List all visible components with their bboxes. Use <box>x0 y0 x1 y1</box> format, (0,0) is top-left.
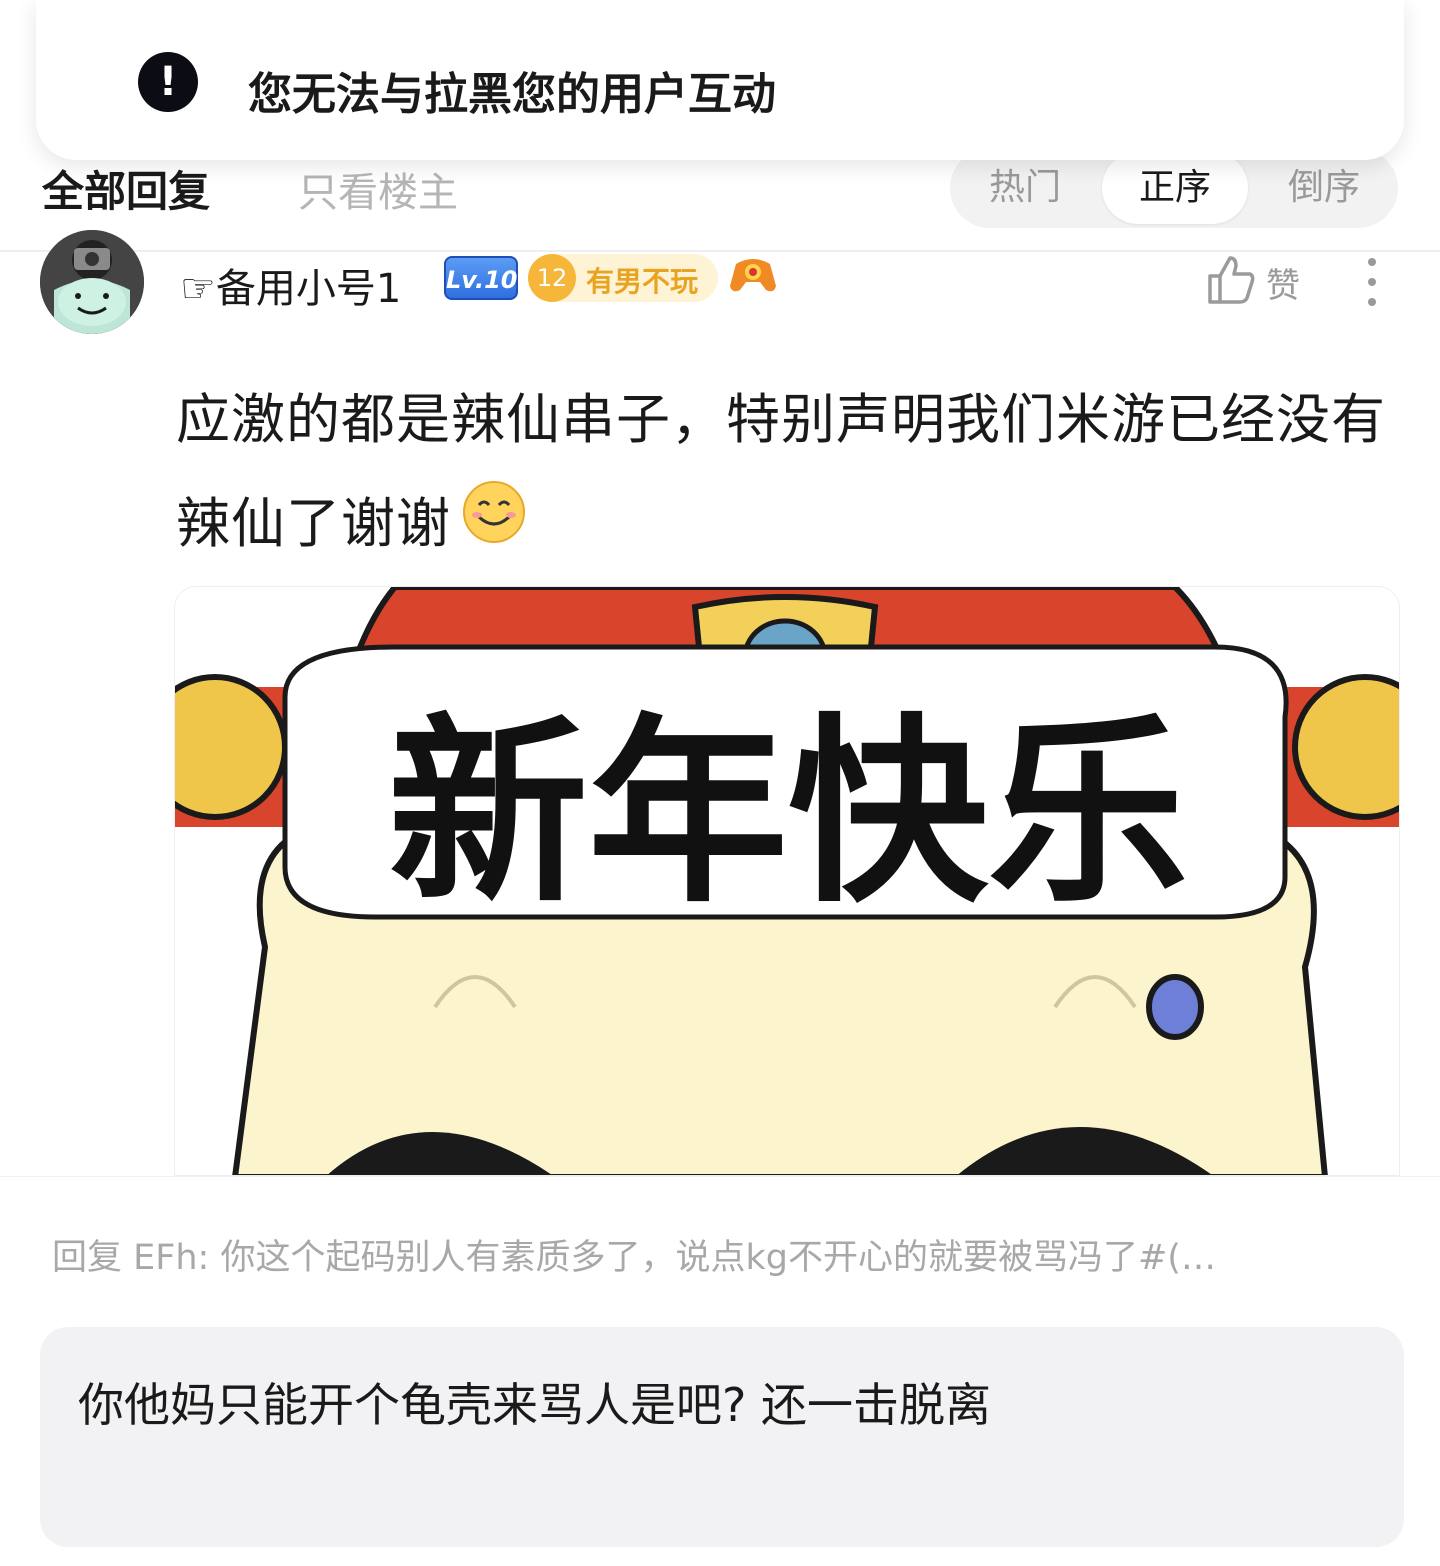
reply-input-text[interactable]: 你他妈只能开个龟壳来骂人是吧? 还一击脱离 <box>78 1369 991 1435</box>
smile-emoji-icon <box>461 475 527 579</box>
more-options-icon[interactable] <box>1364 258 1380 308</box>
reply-composer: 回复 EFh: 你这个起码别人有素质多了，说点kg不开心的就要被骂冯了#(… 你… <box>0 1176 1440 1566</box>
sort-desc-button[interactable]: 倒序 <box>1250 148 1398 228</box>
reply-input[interactable]: 你他妈只能开个龟壳来骂人是吧? 还一击脱离 <box>40 1327 1404 1547</box>
reply-target-hint: 回复 EFh: 你这个起码别人有素质多了，说点kg不开心的就要被骂冯了#(… <box>52 1238 1216 1278</box>
comment-image[interactable]: 新年快乐 <box>174 586 1400 1176</box>
toast-notification: ! 您无法与拉黑您的用户互动 <box>36 0 1404 160</box>
username[interactable]: ☞备用小号1 <box>180 256 401 314</box>
sort-toggle: 热门 正序 倒序 <box>950 148 1398 228</box>
level-badge: Lv.10 <box>444 256 518 300</box>
tab-op-only[interactable]: 只看楼主 <box>298 160 458 218</box>
medal-level: 12 <box>528 254 576 302</box>
gamepad-icon <box>728 252 778 302</box>
avatar[interactable] <box>40 230 144 334</box>
sort-hot-button[interactable]: 热门 <box>950 148 1100 228</box>
exclamation-icon: ! <box>138 52 198 112</box>
comment-body: 应激的都是辣仙串子，特别声明我们米游已经没有辣仙了谢谢 <box>176 368 1400 579</box>
toast-message: 您无法与拉黑您的用户互动 <box>248 69 776 120</box>
image-caption-text: 新年快乐 <box>388 697 1188 930</box>
fan-medal: 12 有男不玩 <box>528 254 718 302</box>
medal-name: 有男不玩 <box>586 265 699 298</box>
tab-all-replies[interactable]: 全部回复 <box>42 158 210 219</box>
sort-asc-button[interactable]: 正序 <box>1102 152 1248 224</box>
comment-text: 应激的都是辣仙串子，特别声明我们米游已经没有辣仙了谢谢 <box>176 388 1386 555</box>
like-label[interactable]: 赞 <box>1266 258 1300 307</box>
thumbs-up-icon[interactable] <box>1204 252 1258 310</box>
